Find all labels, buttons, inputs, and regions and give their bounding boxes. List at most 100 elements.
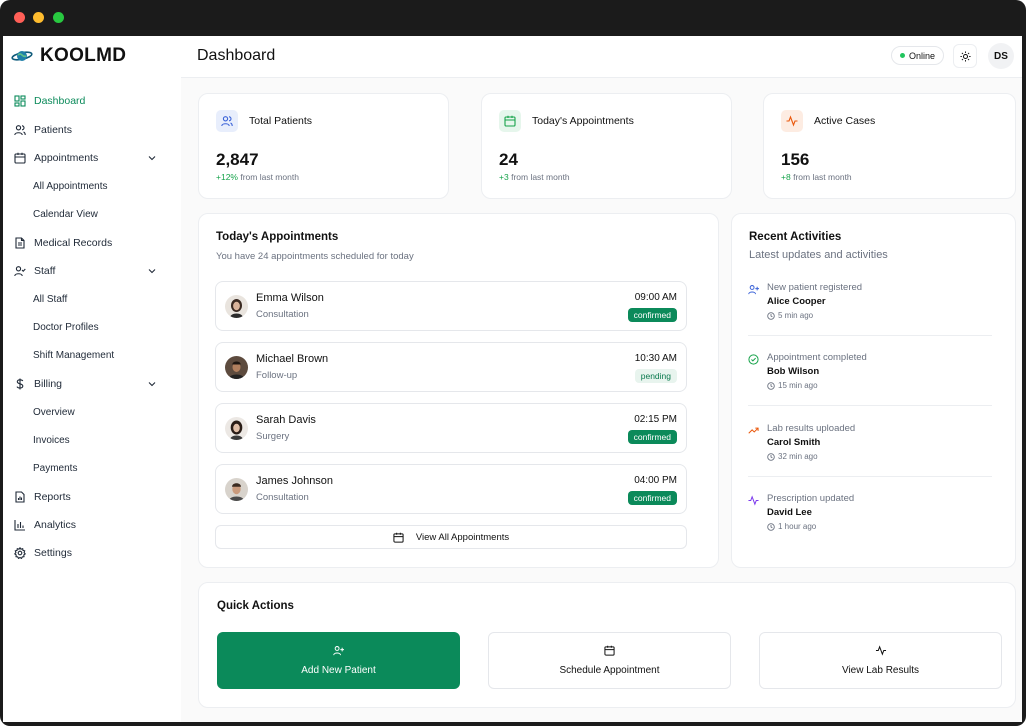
stat-card-total-patients: Total Patients 2,847 +12% from last mont… bbox=[198, 93, 449, 199]
status-text: Online bbox=[909, 50, 936, 61]
sidebar-item-label: Overview bbox=[33, 406, 75, 418]
sidebar-item-label: Staff bbox=[34, 265, 56, 277]
sidebar-item-all-appointments[interactable]: All Appointments bbox=[33, 175, 163, 197]
divider bbox=[748, 405, 992, 406]
window-minimize-button[interactable] bbox=[33, 12, 44, 23]
gear-icon bbox=[14, 547, 26, 559]
status-badge: confirmed bbox=[627, 430, 677, 444]
stat-value: 24 bbox=[499, 150, 518, 169]
user-plus-icon bbox=[333, 646, 344, 656]
sidebar-item-staff[interactable]: Staff bbox=[11, 260, 161, 282]
stat-change-value: +12% bbox=[216, 172, 238, 182]
activity-name: Carol Smith bbox=[767, 437, 821, 448]
sidebar-item-reports[interactable]: Reports bbox=[11, 486, 161, 508]
list-item[interactable]: James Johnson Consultation 04:00 PM conf… bbox=[215, 464, 687, 514]
quick-action-label: View Lab Results bbox=[841, 665, 920, 676]
clock-icon bbox=[767, 381, 775, 390]
sidebar-item-label: Payments bbox=[33, 462, 78, 474]
avatar[interactable]: DS bbox=[988, 43, 1014, 69]
activity-time-text: 1 hour ago bbox=[778, 522, 817, 531]
stat-card-active-cases: Active Cases 156 +8 from last month bbox=[763, 93, 1016, 199]
chevron-down-icon[interactable] bbox=[147, 153, 157, 163]
sidebar-item-label: Patients bbox=[34, 124, 72, 136]
user-check-icon bbox=[14, 266, 26, 277]
sidebar: KOOLMD Dashboard Patients Appointments A… bbox=[3, 36, 181, 722]
section-subtitle: You have 24 appointments scheduled for t… bbox=[216, 251, 414, 262]
page-title: Dashboard bbox=[197, 47, 276, 64]
sidebar-item-appointments[interactable]: Appointments bbox=[11, 147, 161, 169]
sidebar-item-calendar-view[interactable]: Calendar View bbox=[33, 203, 163, 225]
add-new-patient-button[interactable]: Add New Patient bbox=[217, 632, 460, 689]
sidebar-item-label: Calendar View bbox=[33, 208, 98, 220]
window-maximize-button[interactable] bbox=[53, 12, 64, 23]
sidebar-item-label: Doctor Profiles bbox=[33, 321, 99, 333]
calendar-icon bbox=[499, 110, 521, 132]
activity-title: Prescription updated bbox=[767, 493, 855, 504]
appointment-type: Consultation bbox=[256, 309, 309, 320]
list-item[interactable]: Emma Wilson Consultation 09:00 AM confir… bbox=[215, 281, 687, 331]
sidebar-item-invoices[interactable]: Invoices bbox=[33, 429, 163, 451]
status-badge: confirmed bbox=[627, 308, 677, 322]
sidebar-item-payments[interactable]: Payments bbox=[33, 457, 163, 479]
sidebar-item-patients[interactable]: Patients bbox=[11, 119, 161, 141]
window-close-button[interactable] bbox=[14, 12, 25, 23]
chevron-down-icon[interactable] bbox=[147, 379, 157, 389]
activity-time: 1 hour ago bbox=[767, 522, 816, 531]
chevron-down-icon[interactable] bbox=[147, 266, 157, 276]
sidebar-item-analytics[interactable]: Analytics bbox=[11, 514, 161, 536]
sidebar-item-medical-records[interactable]: Medical Records bbox=[11, 232, 161, 254]
sidebar-item-doctor-profiles[interactable]: Doctor Profiles bbox=[33, 316, 163, 338]
stat-change: +8 from last month bbox=[781, 172, 852, 182]
appointments-card: Today's Appointments You have 24 appoint… bbox=[198, 213, 719, 568]
activity-time-text: 32 min ago bbox=[778, 452, 818, 461]
clock-icon bbox=[767, 522, 775, 531]
appointment-type: Surgery bbox=[256, 431, 290, 442]
patient-avatar bbox=[225, 417, 248, 440]
list-item[interactable]: Sarah Davis Surgery 02:15 PM confirmed bbox=[215, 403, 687, 453]
schedule-appointment-button[interactable]: Schedule Appointment bbox=[488, 632, 731, 689]
activity-title: Appointment completed bbox=[767, 352, 867, 363]
patient-name: James Johnson bbox=[256, 475, 334, 487]
theme-toggle-button[interactable] bbox=[953, 44, 977, 68]
view-lab-results-button[interactable]: View Lab Results bbox=[759, 632, 1002, 689]
list-item[interactable]: Michael Brown Follow-up 10:30 AM pending bbox=[215, 342, 687, 392]
sidebar-item-label: Dashboard bbox=[34, 95, 86, 107]
status-badge: confirmed bbox=[627, 491, 677, 505]
sidebar-item-shift-management[interactable]: Shift Management bbox=[33, 344, 163, 366]
sidebar-item-overview[interactable]: Overview bbox=[33, 401, 163, 423]
appointment-time: 04:00 PM bbox=[634, 475, 677, 486]
stat-change-suffix: from last month bbox=[793, 172, 852, 182]
calendar-icon bbox=[14, 152, 26, 164]
patient-name: Emma Wilson bbox=[256, 292, 324, 304]
view-all-appointments-button[interactable]: View All Appointments bbox=[215, 525, 687, 549]
activity-time: 5 min ago bbox=[767, 311, 813, 320]
sidebar-item-dashboard[interactable]: Dashboard bbox=[11, 90, 161, 112]
status-badge: Online bbox=[891, 46, 945, 65]
patient-name: Michael Brown bbox=[256, 353, 329, 365]
sun-icon bbox=[959, 50, 971, 62]
dollar-sign-icon bbox=[16, 378, 24, 390]
stat-title: Total Patients bbox=[249, 115, 313, 127]
online-dot-icon bbox=[900, 53, 905, 58]
user-plus-icon bbox=[748, 285, 759, 295]
activity-time-text: 15 min ago bbox=[778, 381, 818, 390]
stat-change-suffix: from last month bbox=[240, 172, 299, 182]
appointment-type: Consultation bbox=[256, 492, 309, 503]
appointment-time: 10:30 AM bbox=[634, 353, 677, 364]
stat-title: Active Cases bbox=[814, 115, 876, 127]
divider bbox=[748, 476, 992, 477]
activity-time: 32 min ago bbox=[767, 452, 818, 461]
stat-change: +3 from last month bbox=[499, 172, 570, 182]
activity-name: Bob Wilson bbox=[767, 366, 820, 377]
sidebar-item-label: Reports bbox=[34, 491, 71, 503]
sidebar-item-billing[interactable]: Billing bbox=[11, 373, 161, 395]
sidebar-item-settings[interactable]: Settings bbox=[11, 542, 161, 564]
clock-icon bbox=[767, 452, 775, 461]
activity-icon bbox=[781, 110, 803, 132]
sidebar-item-all-staff[interactable]: All Staff bbox=[33, 288, 163, 310]
stat-card-todays-appointments: Today's Appointments 24 +3 from last mon… bbox=[481, 93, 732, 199]
activity-icon bbox=[748, 495, 759, 506]
brand[interactable]: KOOLMD bbox=[11, 44, 126, 68]
activity-name: David Lee bbox=[767, 507, 812, 518]
appointment-time: 02:15 PM bbox=[634, 414, 677, 425]
